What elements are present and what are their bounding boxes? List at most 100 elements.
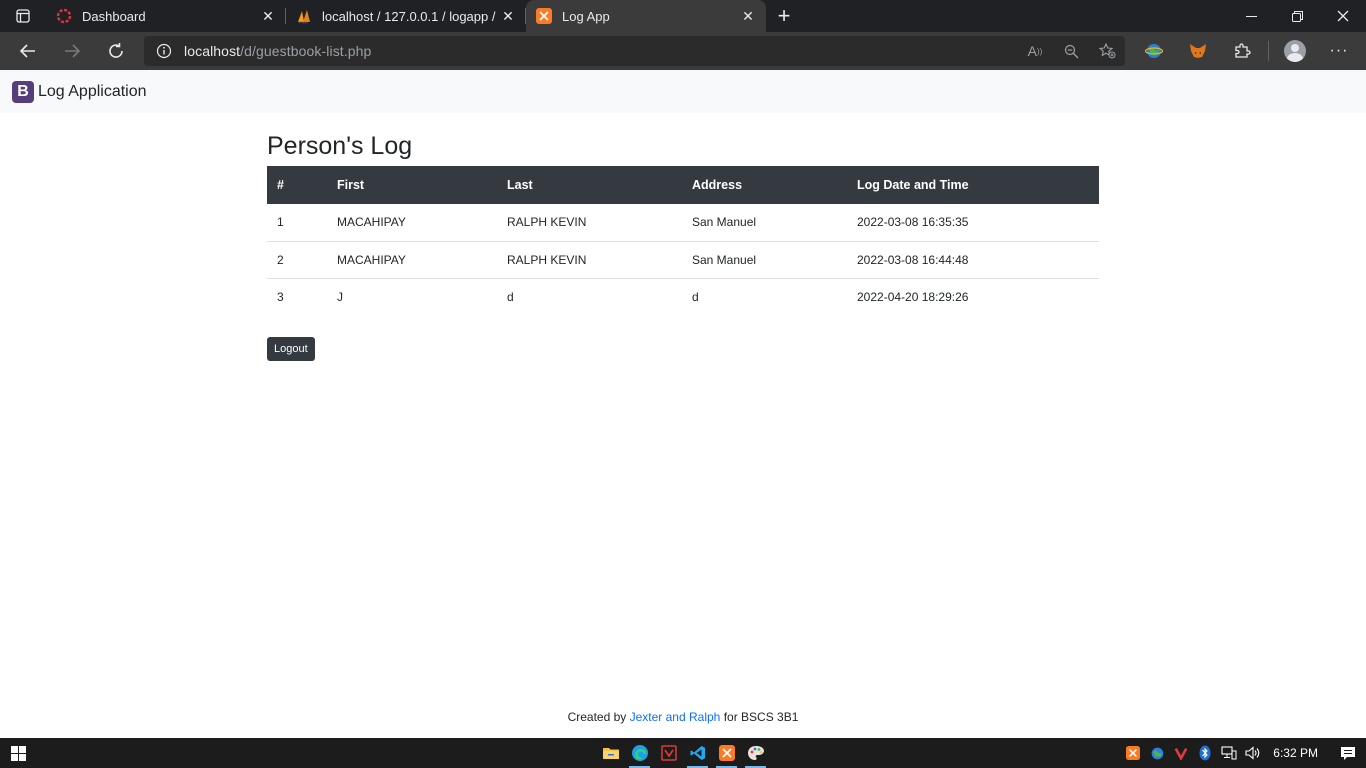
taskbar-edge[interactable] bbox=[625, 738, 654, 768]
extension-metamask-button[interactable] bbox=[1176, 32, 1220, 70]
cell-log-datetime: 2022-03-08 16:44:48 bbox=[847, 240, 1099, 278]
close-window-button[interactable] bbox=[1320, 0, 1366, 32]
taskbar-clock[interactable]: 6:32 PM bbox=[1265, 746, 1330, 760]
minimize-icon bbox=[1245, 15, 1257, 17]
paint-palette-icon bbox=[747, 746, 764, 760]
windows-taskbar: 6:32 PM bbox=[0, 738, 1366, 768]
page-footer: Created by Jexter and Ralph for BSCS 3B1 bbox=[0, 710, 1366, 724]
zoom-out-icon[interactable] bbox=[1053, 36, 1089, 66]
network-icon bbox=[1221, 746, 1237, 760]
tab-actions-button[interactable] bbox=[0, 0, 46, 32]
minimize-button[interactable] bbox=[1228, 0, 1274, 32]
notification-icon bbox=[1341, 746, 1355, 760]
xampp-icon bbox=[536, 8, 552, 24]
restore-icon bbox=[1291, 10, 1303, 22]
toolbar-divider bbox=[1268, 41, 1269, 61]
tab-log-app[interactable]: Log App ✕ bbox=[526, 0, 766, 32]
cell-address: d bbox=[682, 277, 847, 315]
restore-button[interactable] bbox=[1274, 0, 1320, 32]
cell-number: 3 bbox=[267, 277, 327, 315]
bluetooth-icon bbox=[1199, 745, 1211, 761]
tab-phpmyadmin[interactable]: PMA localhost / 127.0.0.1 / logapp / p ✕ bbox=[286, 0, 526, 32]
red-check-tray-icon bbox=[1174, 747, 1188, 760]
back-button[interactable] bbox=[6, 32, 50, 70]
extensions-button[interactable] bbox=[1220, 32, 1264, 70]
url-text: localhost/d/guestbook-list.php bbox=[184, 43, 371, 59]
xampp-icon bbox=[718, 745, 735, 761]
avatar-icon bbox=[1284, 40, 1306, 62]
xampp-tray-icon bbox=[1126, 746, 1141, 760]
cell-first: J bbox=[327, 277, 497, 315]
browser-tab-bar: Dashboard ✕ PMA localhost / 127.0.0.1 / … bbox=[0, 0, 1366, 32]
header-log-datetime: Log Date and Time bbox=[847, 166, 1099, 204]
edge-browser-icon bbox=[631, 745, 648, 761]
tray-globe[interactable] bbox=[1145, 738, 1169, 768]
table-row: 2 MACAHIPAY RALPH KEVIN San Manuel 2022-… bbox=[267, 240, 1099, 278]
footer-suffix: for BSCS 3B1 bbox=[720, 710, 799, 724]
new-tab-button[interactable]: + bbox=[766, 0, 802, 32]
close-tab-icon[interactable]: ✕ bbox=[500, 8, 516, 24]
close-tab-icon[interactable]: ✕ bbox=[260, 8, 276, 24]
cell-first: MACAHIPAY bbox=[337, 215, 406, 230]
page-viewport: B Log Application Person's Log # First L… bbox=[0, 70, 1366, 738]
refresh-icon bbox=[109, 43, 123, 58]
footer-authors-link[interactable]: Jexter and Ralph bbox=[630, 710, 721, 724]
settings-menu-button[interactable]: ··· bbox=[1317, 32, 1361, 70]
window-controls bbox=[1228, 0, 1366, 32]
forward-arrow-icon bbox=[65, 44, 81, 58]
tray-network[interactable] bbox=[1217, 738, 1241, 768]
brand-name[interactable]: Log Application bbox=[38, 83, 147, 101]
cell-last: d bbox=[497, 277, 682, 315]
taskbar-red-app[interactable] bbox=[654, 738, 683, 768]
log-table: # First Last Address Log Date and Time 1… bbox=[267, 166, 1099, 315]
refresh-button[interactable] bbox=[94, 32, 138, 70]
taskbar-vscode[interactable] bbox=[683, 738, 712, 768]
tab-title: Dashboard bbox=[82, 8, 146, 24]
tray-xampp[interactable] bbox=[1121, 738, 1145, 768]
tab-actions-icon bbox=[16, 9, 30, 23]
table-row: 3 J d d 2022-04-20 18:29:26 bbox=[267, 277, 1099, 315]
cell-address: San Manuel bbox=[692, 215, 757, 230]
extensions-area: ··· bbox=[1132, 32, 1361, 70]
page-title: Person's Log bbox=[267, 132, 413, 160]
plus-icon: + bbox=[777, 3, 791, 28]
extension-globe-button[interactable] bbox=[1132, 32, 1176, 70]
taskbar-xampp[interactable] bbox=[712, 738, 741, 768]
url-path: /d/guestbook-list.php bbox=[240, 43, 372, 59]
app-navbar: B Log Application bbox=[0, 70, 1366, 113]
address-bar[interactable]: localhost/d/guestbook-list.php A)) bbox=[144, 36, 1125, 66]
close-icon bbox=[1337, 10, 1349, 22]
read-aloud-icon[interactable]: A)) bbox=[1017, 36, 1053, 66]
globe-extension-icon bbox=[1145, 44, 1163, 58]
folder-icon bbox=[602, 748, 619, 759]
table-row: 1 MACAHIPAY RALPH KEVIN San Manuel 2022-… bbox=[267, 204, 1099, 241]
tray-volume[interactable] bbox=[1241, 738, 1265, 768]
notification-center-button[interactable] bbox=[1330, 738, 1366, 768]
start-button[interactable] bbox=[0, 738, 36, 768]
header-address: Address bbox=[682, 166, 847, 204]
more-options-icon: ··· bbox=[1329, 42, 1349, 59]
forward-button[interactable] bbox=[50, 32, 94, 70]
tab-dashboard[interactable]: Dashboard ✕ bbox=[46, 0, 286, 32]
back-arrow-icon bbox=[19, 44, 35, 58]
tab-title: Log App bbox=[562, 8, 610, 24]
vscode-icon bbox=[690, 746, 705, 760]
volume-icon bbox=[1245, 746, 1260, 760]
add-favorite-icon[interactable] bbox=[1089, 36, 1125, 66]
cell-log-datetime: 2022-03-08 16:35:35 bbox=[857, 215, 969, 230]
tab-title: localhost / 127.0.0.1 / logapp / p bbox=[322, 8, 500, 24]
profile-button[interactable] bbox=[1273, 32, 1317, 70]
tray-bluetooth[interactable] bbox=[1193, 738, 1217, 768]
cell-last: RALPH KEVIN bbox=[497, 240, 682, 278]
tray-red-app[interactable] bbox=[1169, 738, 1193, 768]
dashboard-ring-icon bbox=[56, 8, 72, 24]
header-last: Last bbox=[497, 166, 682, 204]
taskbar-file-explorer[interactable] bbox=[596, 738, 625, 768]
site-info-icon[interactable] bbox=[144, 43, 184, 59]
cell-last: RALPH KEVIN bbox=[507, 215, 587, 230]
close-tab-icon[interactable]: ✕ bbox=[740, 8, 756, 24]
url-host: localhost bbox=[184, 43, 241, 59]
logout-button[interactable]: Logout bbox=[267, 337, 315, 361]
taskbar-paint[interactable] bbox=[741, 738, 770, 768]
bootstrap-logo-icon[interactable]: B bbox=[12, 80, 34, 103]
